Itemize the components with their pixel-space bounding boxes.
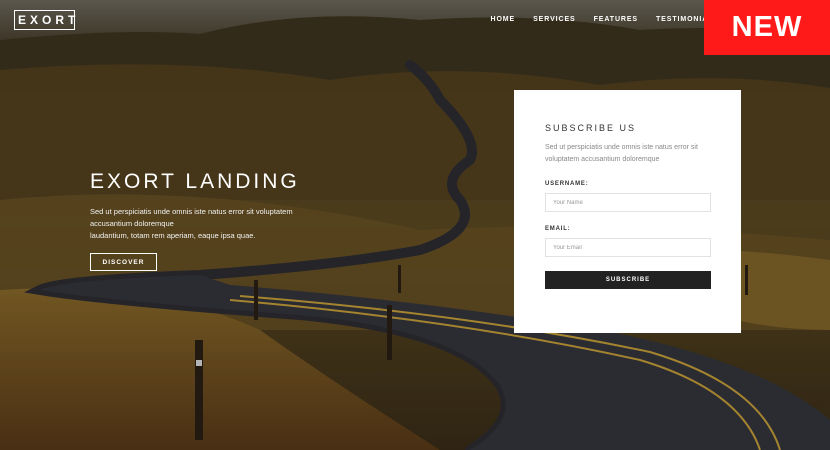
username-field[interactable]	[545, 193, 711, 212]
nav-home[interactable]: HOME	[491, 16, 516, 23]
nav-testimonials[interactable]: TESTIMONIALS	[656, 16, 704, 23]
username-label: USERNAME:	[545, 181, 589, 187]
subscribe-button[interactable]: SUBSCRIBE	[545, 271, 711, 289]
subscribe-description: Sed ut perspiciatis unde omnis iste natu…	[545, 144, 698, 163]
email-field[interactable]	[545, 238, 711, 257]
hero-text-line2: laudantium, totam rem aperiam, eaque ips…	[90, 231, 256, 240]
discover-button[interactable]: DISCOVER	[90, 253, 157, 271]
hero-text-line1: Sed ut perspiciatis unde omnis iste natu…	[90, 207, 293, 228]
main-nav: HOME SERVICES FEATURES TESTIMONIALS	[473, 16, 705, 23]
nav-features[interactable]: FEATURES	[594, 16, 638, 23]
logo[interactable]: EXORT	[14, 10, 75, 30]
new-badge: NEW	[704, 0, 830, 55]
subscribe-card: SUBSCRIBE US Sed ut perspiciatis unde om…	[514, 90, 741, 333]
subscribe-title: SUBSCRIBE US	[545, 123, 637, 133]
nav-services[interactable]: SERVICES	[533, 16, 575, 23]
hero-title: EXORT LANDING	[90, 170, 300, 193]
hero-description: Sed ut perspiciatis unde omnis iste natu…	[90, 206, 320, 242]
email-label: EMAIL:	[545, 226, 571, 232]
